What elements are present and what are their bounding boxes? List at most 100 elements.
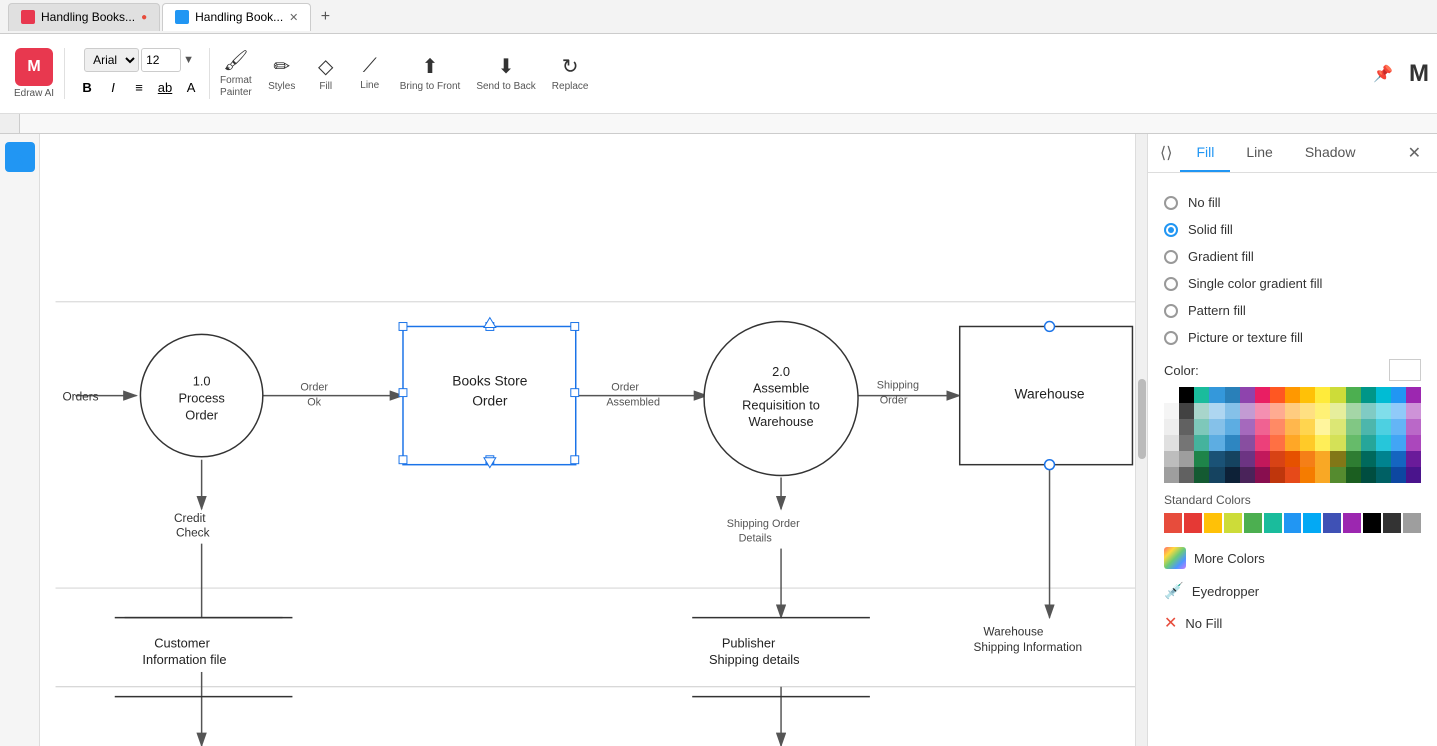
std-color-9[interactable] — [1343, 513, 1361, 533]
color-cell-0-3[interactable] — [1209, 387, 1224, 403]
color-cell-3-4[interactable] — [1225, 435, 1240, 451]
tab-line[interactable]: Line — [1230, 134, 1288, 172]
color-cell-0-6[interactable] — [1255, 387, 1270, 403]
color-cell-5-0[interactable] — [1164, 467, 1179, 483]
vertical-scrollbar[interactable] — [1135, 134, 1147, 746]
panel-expand-icon[interactable]: ⟨⟩ — [1156, 135, 1176, 171]
color-cell-0-4[interactable] — [1225, 387, 1240, 403]
fill-option-gradient-fill[interactable]: Gradient fill — [1164, 243, 1421, 270]
tab-2[interactable]: Handling Book... ✕ — [162, 3, 311, 31]
panel-close-button[interactable]: ✕ — [1400, 135, 1429, 171]
more-colors-option[interactable]: More Colors — [1164, 541, 1421, 575]
color-cell-0-8[interactable] — [1285, 387, 1300, 403]
color-cell-4-14[interactable] — [1376, 451, 1391, 467]
color-cell-0-7[interactable] — [1270, 387, 1285, 403]
color-cell-4-0[interactable] — [1164, 451, 1179, 467]
color-cell-5-11[interactable] — [1330, 467, 1345, 483]
italic-button[interactable]: I — [101, 75, 125, 99]
color-cell-4-11[interactable] — [1330, 451, 1345, 467]
styles-button[interactable]: ✏ Styles — [262, 50, 302, 97]
color-cell-1-3[interactable] — [1209, 403, 1224, 419]
color-cell-1-4[interactable] — [1225, 403, 1240, 419]
send-to-back-button[interactable]: ⬇ Send to Back — [470, 50, 541, 97]
canvas[interactable]: 1.0 Process Order Books Store Order 2.0 … — [40, 134, 1147, 746]
color-cell-3-6[interactable] — [1255, 435, 1270, 451]
color-cell-3-9[interactable] — [1300, 435, 1315, 451]
color-cell-4-16[interactable] — [1406, 451, 1421, 467]
color-cell-2-2[interactable] — [1194, 419, 1209, 435]
format-painter-button[interactable]: 🖌 Format Painter — [214, 44, 258, 103]
font-size-dropdown[interactable]: ▼ — [183, 54, 194, 66]
color-cell-1-14[interactable] — [1376, 403, 1391, 419]
color-cell-0-14[interactable] — [1376, 387, 1391, 403]
color-cell-4-9[interactable] — [1300, 451, 1315, 467]
color-cell-1-12[interactable] — [1346, 403, 1361, 419]
color-cell-1-11[interactable] — [1330, 403, 1345, 419]
font-color-button[interactable]: A — [179, 75, 203, 99]
color-cell-3-3[interactable] — [1209, 435, 1224, 451]
color-cell-3-15[interactable] — [1391, 435, 1406, 451]
color-cell-5-9[interactable] — [1300, 467, 1315, 483]
color-cell-0-11[interactable] — [1330, 387, 1345, 403]
scrollbar-thumb[interactable] — [1138, 379, 1146, 459]
fill-option-no-fill[interactable]: No fill — [1164, 189, 1421, 216]
std-color-7[interactable] — [1303, 513, 1321, 533]
std-color-8[interactable] — [1323, 513, 1341, 533]
color-cell-2-11[interactable] — [1330, 419, 1345, 435]
color-cell-4-10[interactable] — [1315, 451, 1330, 467]
color-cell-0-13[interactable] — [1361, 387, 1376, 403]
eyedropper-option[interactable]: 💉 Eyedropper — [1164, 575, 1421, 607]
color-cell-0-9[interactable] — [1300, 387, 1315, 403]
color-cell-5-15[interactable] — [1391, 467, 1406, 483]
fill-option-solid-fill[interactable]: Solid fill — [1164, 216, 1421, 243]
left-bar-select-tool[interactable] — [5, 142, 35, 172]
color-cell-3-2[interactable] — [1194, 435, 1209, 451]
color-cell-2-5[interactable] — [1240, 419, 1255, 435]
color-cell-4-3[interactable] — [1209, 451, 1224, 467]
color-cell-5-10[interactable] — [1315, 467, 1330, 483]
color-cell-5-12[interactable] — [1346, 467, 1361, 483]
color-cell-2-7[interactable] — [1270, 419, 1285, 435]
color-cell-1-16[interactable] — [1406, 403, 1421, 419]
color-cell-3-7[interactable] — [1270, 435, 1285, 451]
color-cell-1-15[interactable] — [1391, 403, 1406, 419]
color-cell-4-6[interactable] — [1255, 451, 1270, 467]
color-cell-5-5[interactable] — [1240, 467, 1255, 483]
color-cell-5-3[interactable] — [1209, 467, 1224, 483]
color-cell-3-13[interactable] — [1361, 435, 1376, 451]
color-cell-2-13[interactable] — [1361, 419, 1376, 435]
std-color-5[interactable] — [1264, 513, 1282, 533]
fill-option-single-color-gradient[interactable]: Single color gradient fill — [1164, 270, 1421, 297]
align-button[interactable]: ≡ — [127, 75, 151, 99]
tab-1[interactable]: Handling Books... ● — [8, 3, 160, 31]
color-cell-3-1[interactable] — [1179, 435, 1194, 451]
color-cell-3-8[interactable] — [1285, 435, 1300, 451]
color-cell-5-4[interactable] — [1225, 467, 1240, 483]
color-cell-3-0[interactable] — [1164, 435, 1179, 451]
color-cell-4-15[interactable] — [1391, 451, 1406, 467]
color-cell-4-1[interactable] — [1179, 451, 1194, 467]
fill-option-picture-texture-fill[interactable]: Picture or texture fill — [1164, 324, 1421, 351]
color-cell-2-14[interactable] — [1376, 419, 1391, 435]
color-cell-2-1[interactable] — [1179, 419, 1194, 435]
fill-option-pattern-fill[interactable]: Pattern fill — [1164, 297, 1421, 324]
color-cell-0-12[interactable] — [1346, 387, 1361, 403]
fill-button[interactable]: ◇ Fill — [306, 50, 346, 97]
color-cell-0-15[interactable] — [1391, 387, 1406, 403]
color-cell-0-1[interactable] — [1179, 387, 1194, 403]
color-cell-0-16[interactable] — [1406, 387, 1421, 403]
replace-button[interactable]: ↻ Replace — [546, 50, 595, 97]
color-cell-1-7[interactable] — [1270, 403, 1285, 419]
line-button[interactable]: ⟋ Line — [350, 51, 390, 96]
color-cell-1-2[interactable] — [1194, 403, 1209, 419]
color-preview[interactable] — [1389, 359, 1421, 381]
color-cell-5-16[interactable] — [1406, 467, 1421, 483]
color-cell-1-6[interactable] — [1255, 403, 1270, 419]
std-color-3[interactable] — [1224, 513, 1242, 533]
std-color-11[interactable] — [1383, 513, 1401, 533]
color-cell-2-16[interactable] — [1406, 419, 1421, 435]
color-cell-4-8[interactable] — [1285, 451, 1300, 467]
color-cell-0-0[interactable] — [1164, 387, 1179, 403]
color-cell-1-5[interactable] — [1240, 403, 1255, 419]
tab-fill[interactable]: Fill — [1180, 134, 1230, 172]
